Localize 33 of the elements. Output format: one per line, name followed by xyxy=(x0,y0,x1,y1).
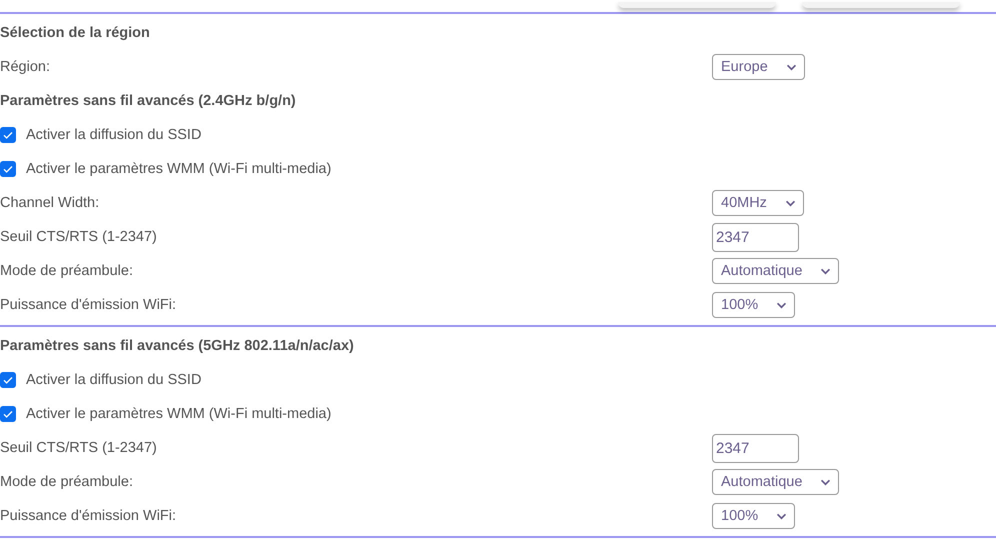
section-heading: Paramètres sans fil avancés (5GHz 802.11a/n/ac/ax) xyxy=(0,338,355,354)
field-label: Seuil CTS/RTS (1-2347) xyxy=(0,440,158,456)
checkbox-label: Activer la diffusion du SSID xyxy=(26,372,202,388)
field-label: Puissance d'émission WiFi: xyxy=(0,508,178,524)
dropdown[interactable]: Automatique xyxy=(712,469,840,495)
input-field[interactable]: 2347 xyxy=(712,434,799,462)
field-label: Puissance d'émission WiFi: xyxy=(0,297,178,313)
field-label: Mode de préambule: xyxy=(0,263,134,279)
checkbox[interactable] xyxy=(0,372,16,388)
dropdown[interactable]: 100% xyxy=(712,503,796,529)
section-heading: Paramètres sans fil avancés (2.4GHz b/g/n) xyxy=(0,93,297,109)
caret-icon xyxy=(786,64,797,70)
checkbox-label: Activer le paramètres WMM (Wi-Fi multi-media) xyxy=(26,406,332,422)
caret-icon xyxy=(784,200,796,206)
checkbox[interactable] xyxy=(0,406,16,422)
field-label: Channel Width: xyxy=(0,195,100,211)
section-heading: Sélection de la région xyxy=(0,25,151,41)
field-label: Mode de préambule: xyxy=(0,474,134,490)
input-field[interactable]: 2347 xyxy=(712,222,799,252)
field-label: Région: xyxy=(0,59,51,75)
caret-icon xyxy=(820,268,832,274)
checkbox[interactable] xyxy=(0,161,16,177)
dropdown[interactable]: Automatique xyxy=(712,258,840,284)
field-label: Seuil CTS/RTS (1-2347) xyxy=(0,229,158,245)
caret-icon xyxy=(776,512,788,520)
checkbox-label: Activer la diffusion du SSID xyxy=(26,127,202,143)
dropdown[interactable]: Europe xyxy=(712,54,805,80)
checkbox[interactable] xyxy=(0,127,16,143)
checkbox-label: Activer le paramètres WMM (Wi-Fi multi-media) xyxy=(26,161,332,177)
caret-icon xyxy=(820,478,832,486)
caret-icon xyxy=(776,302,788,308)
dropdown[interactable]: 40MHz xyxy=(712,190,804,216)
dropdown[interactable]: 100% xyxy=(712,292,796,318)
